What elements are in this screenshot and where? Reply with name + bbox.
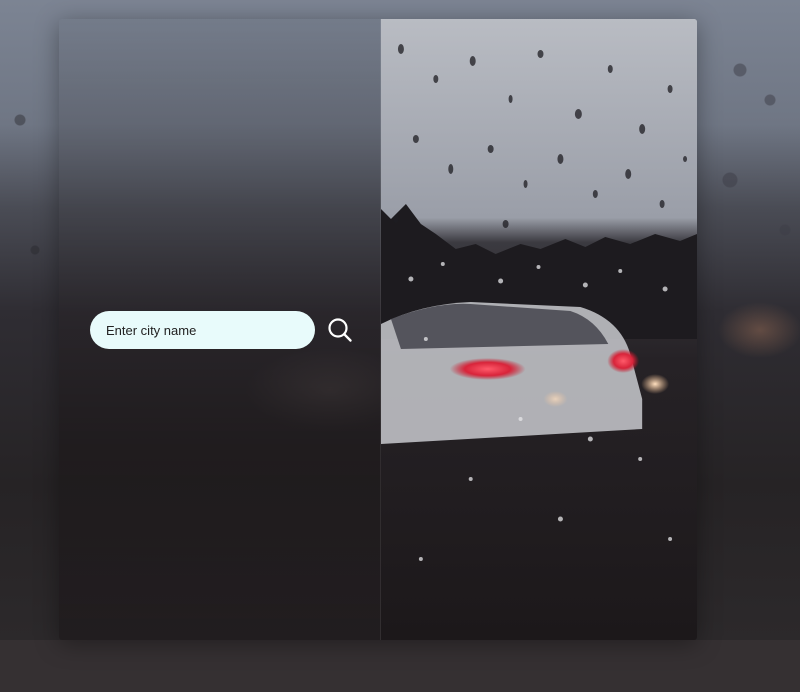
search-icon: [328, 318, 352, 342]
search-bar: [90, 311, 353, 349]
search-button[interactable]: [327, 317, 353, 343]
app-page: [0, 0, 800, 692]
page-footer-band: [0, 640, 800, 692]
weather-photo-panel: [381, 19, 697, 640]
search-panel: [59, 19, 381, 640]
rainy-car-photo: [381, 19, 697, 640]
city-search-input[interactable]: [90, 311, 315, 349]
weather-card: [59, 19, 697, 640]
